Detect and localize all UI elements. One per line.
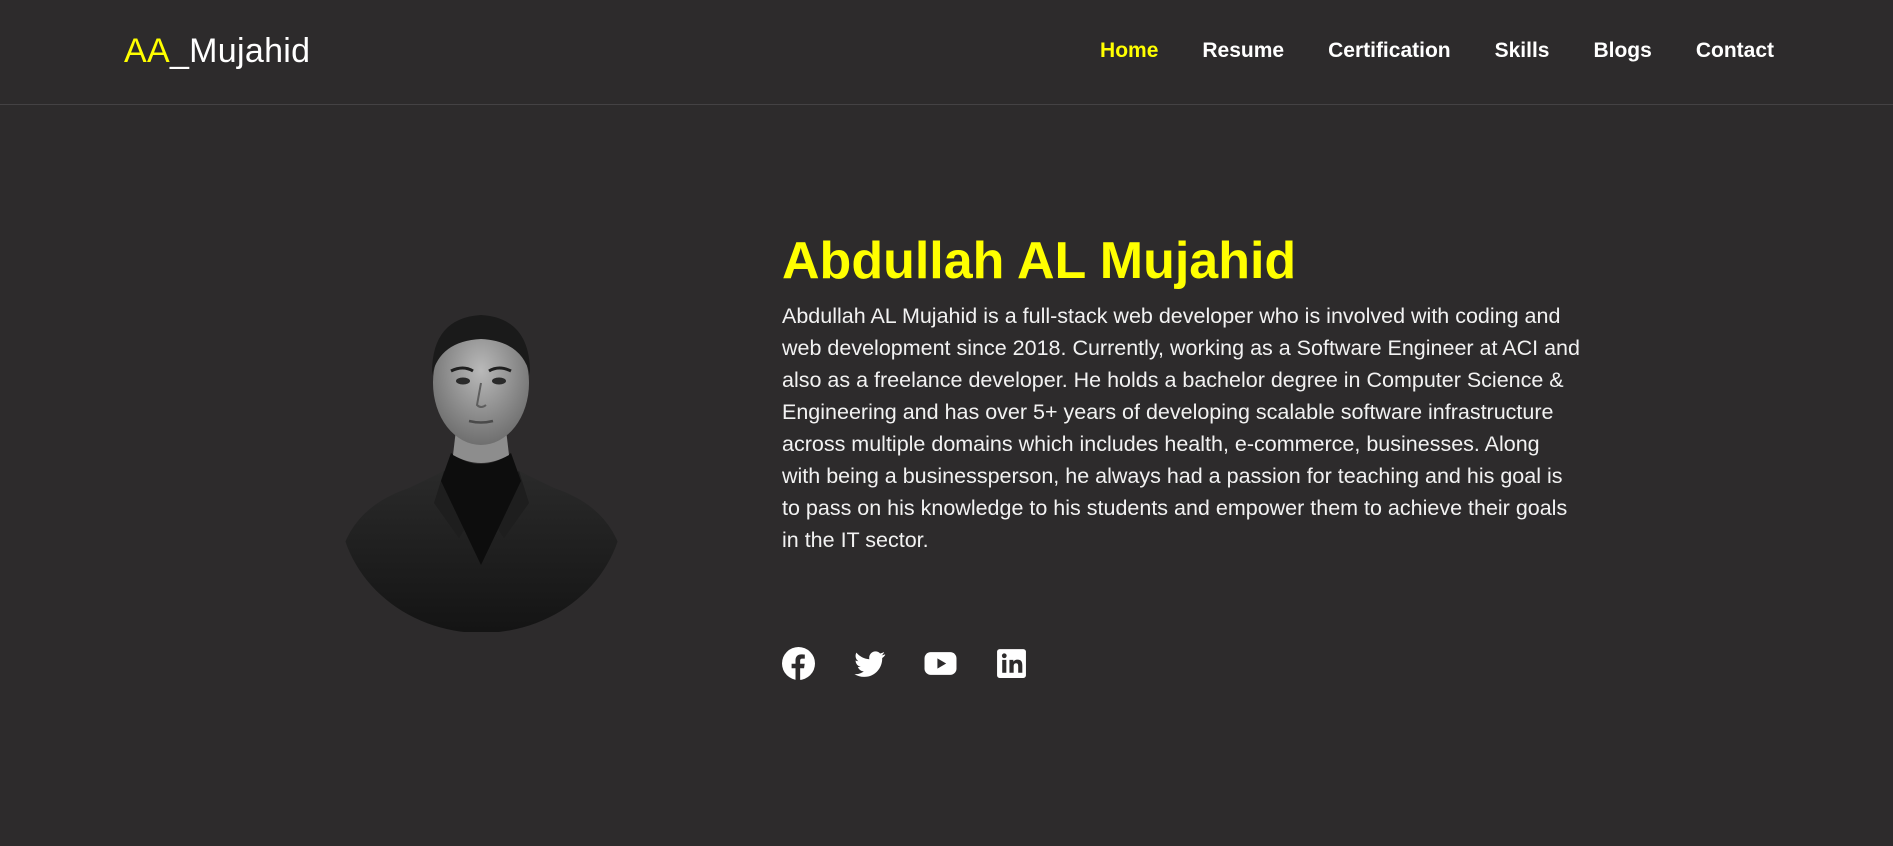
twitter-icon[interactable] (853, 647, 886, 680)
nav-contact[interactable]: Contact (1696, 38, 1774, 64)
hero-intro: Abdullah AL Mujahid Abdullah AL Mujahid … (782, 230, 1582, 556)
facebook-icon[interactable] (782, 647, 815, 680)
site-header: AA_Mujahid Home Resume Certification Ski… (0, 0, 1893, 105)
logo-accent: AA (124, 32, 170, 70)
hero-bio: Abdullah AL Mujahid is a full-stack web … (782, 304, 1580, 552)
linkedin-icon[interactable] (995, 647, 1028, 680)
hero-name: Abdullah AL Mujahid (782, 232, 1297, 290)
main-nav: Home Resume Certification Skills Blogs C… (1100, 38, 1774, 64)
youtube-icon[interactable] (924, 647, 957, 680)
social-links (782, 647, 1028, 680)
profile-photo (339, 303, 624, 632)
nav-home[interactable]: Home (1100, 38, 1158, 64)
logo-text: _Mujahid (169, 32, 311, 70)
nav-skills[interactable]: Skills (1495, 38, 1550, 64)
nav-resume[interactable]: Resume (1202, 38, 1284, 64)
nav-blogs[interactable]: Blogs (1593, 38, 1651, 64)
site-logo[interactable]: AA_Mujahid (124, 30, 310, 72)
nav-certification[interactable]: Certification (1328, 38, 1451, 64)
